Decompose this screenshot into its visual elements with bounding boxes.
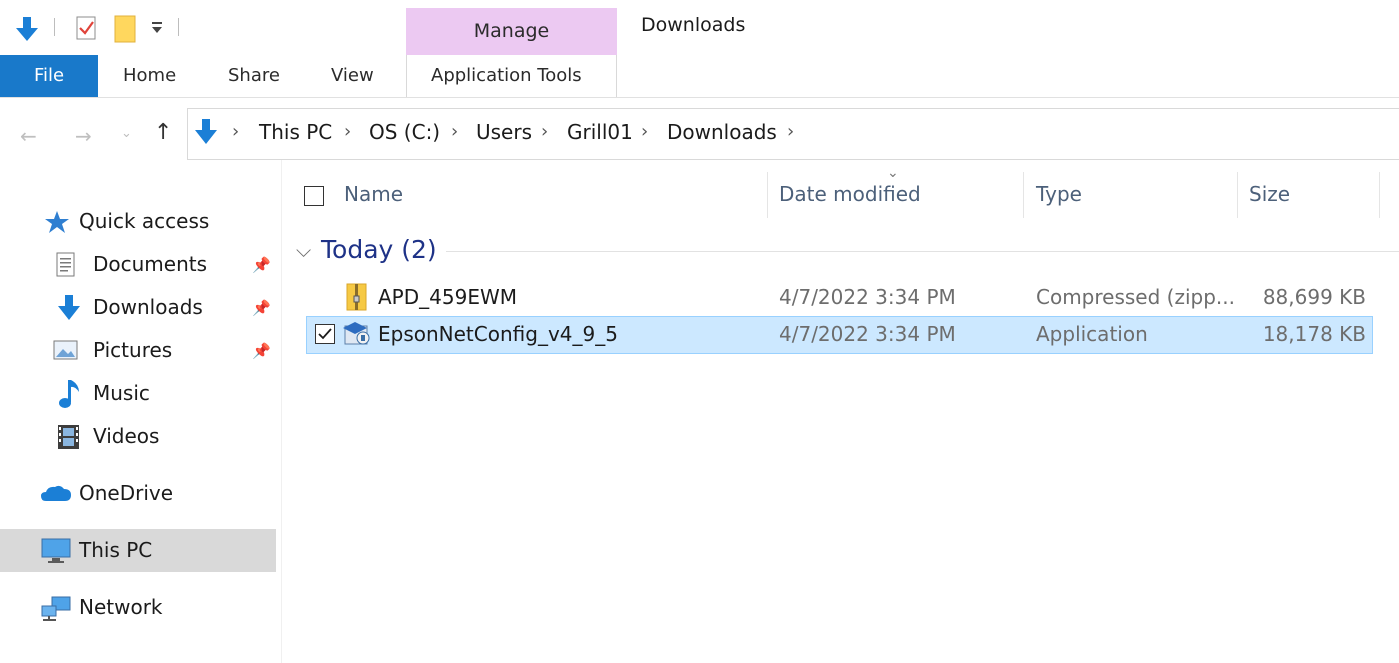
tab-view[interactable]: View	[331, 55, 374, 97]
tab-file[interactable]: File	[0, 55, 98, 97]
breadcrumb-users[interactable]: Users	[476, 120, 532, 144]
up-arrow-icon[interactable]: ↑	[154, 120, 172, 145]
breadcrumb-downloads[interactable]: Downloads	[667, 120, 777, 144]
navpane-onedrive[interactable]: OneDrive	[79, 481, 173, 505]
breadcrumb-os-c[interactable]: OS (C:)	[369, 120, 440, 144]
qat-separator	[54, 18, 55, 36]
breadcrumb-chevron-icon[interactable]: ›	[344, 121, 351, 142]
properties-check-icon[interactable]	[74, 14, 100, 46]
pin-icon[interactable]: 📌	[252, 256, 271, 274]
file-type: Compressed (zipp...	[1036, 285, 1235, 309]
downloads-arrow-icon	[55, 293, 83, 327]
tab-home[interactable]: Home	[123, 55, 176, 97]
context-group-label: Manage	[473, 20, 550, 42]
videos-icon	[56, 423, 82, 455]
navpane-pictures[interactable]: Pictures	[93, 338, 172, 362]
breadcrumb-chevron-icon[interactable]: ›	[787, 121, 794, 142]
zip-folder-icon	[345, 282, 369, 316]
breadcrumb-grill01[interactable]: Grill01	[567, 120, 633, 144]
group-header-today[interactable]: Today (2)	[321, 235, 437, 264]
select-all-checkbox[interactable]	[304, 186, 324, 206]
breadcrumb-chevron-icon[interactable]: ›	[451, 121, 458, 142]
navpane-downloads[interactable]: Downloads	[93, 295, 203, 319]
music-note-icon	[57, 378, 83, 414]
column-resize-handle[interactable]	[1237, 172, 1238, 218]
new-folder-icon[interactable]	[112, 14, 140, 48]
back-arrow-icon[interactable]: ←	[20, 124, 37, 148]
window-title: Downloads	[641, 14, 746, 36]
pin-icon[interactable]: 📌	[252, 342, 271, 360]
file-size: 88,699 KB	[1262, 285, 1366, 309]
network-icon	[40, 594, 72, 626]
file-date-modified: 4/7/2022 3:34 PM	[779, 322, 956, 346]
column-header-size[interactable]: Size	[1249, 182, 1290, 206]
breadcrumb-chevron-icon[interactable]: ›	[641, 121, 648, 142]
breadcrumb-this-pc[interactable]: This PC	[259, 120, 332, 144]
tab-application-tools[interactable]: Application Tools	[431, 55, 582, 97]
documents-icon	[55, 251, 77, 283]
breadcrumb-chevron-icon[interactable]: ›	[232, 121, 239, 142]
group-collapse-chevron-icon[interactable]: ⌵	[296, 238, 311, 262]
download-arrow-icon[interactable]	[12, 14, 42, 48]
file-size: 18,178 KB	[1262, 322, 1366, 346]
breadcrumb-chevron-icon[interactable]: ›	[541, 121, 548, 142]
application-installer-icon	[341, 318, 373, 354]
tab-share[interactable]: Share	[228, 55, 280, 97]
file-name[interactable]: EpsonNetConfig_v4_9_5	[378, 322, 618, 346]
sort-indicator-icon: ⌄	[887, 165, 899, 181]
forward-arrow-icon[interactable]: →	[75, 124, 92, 148]
customize-dropdown-icon[interactable]	[150, 18, 164, 42]
pin-icon[interactable]: 📌	[252, 299, 271, 317]
file-type: Application	[1036, 322, 1148, 346]
pictures-icon	[52, 338, 80, 366]
navpane-music[interactable]: Music	[93, 381, 150, 405]
navpane-documents[interactable]: Documents	[93, 252, 207, 276]
navpane-network[interactable]: Network	[79, 595, 163, 619]
navpane-quick-access[interactable]: Quick access	[79, 209, 209, 233]
row-checkbox-checked[interactable]	[315, 324, 335, 344]
pane-divider[interactable]	[281, 160, 282, 663]
downloads-location-icon	[192, 117, 220, 151]
column-header-name[interactable]: Name	[344, 182, 403, 206]
column-resize-handle[interactable]	[767, 172, 768, 218]
navpane-this-pc[interactable]: This PC	[79, 538, 152, 562]
column-resize-handle[interactable]	[1023, 172, 1024, 218]
column-header-date-modified[interactable]: Date modified	[779, 182, 921, 206]
group-divider	[446, 251, 1399, 252]
star-icon	[44, 210, 70, 238]
file-date-modified: 4/7/2022 3:34 PM	[779, 285, 956, 309]
column-resize-handle[interactable]	[1379, 172, 1380, 218]
cut-off-title-text	[500, 0, 1399, 5]
navpane-videos[interactable]: Videos	[93, 424, 159, 448]
file-name[interactable]: APD_459EWM	[378, 285, 517, 309]
recent-locations-chevron-icon[interactable]: ⌄	[121, 126, 132, 141]
ribbon-divider	[0, 97, 1399, 98]
onedrive-cloud-icon	[40, 483, 72, 507]
qat-separator	[178, 18, 179, 36]
column-header-type[interactable]: Type	[1036, 182, 1082, 206]
computer-monitor-icon	[40, 537, 72, 569]
